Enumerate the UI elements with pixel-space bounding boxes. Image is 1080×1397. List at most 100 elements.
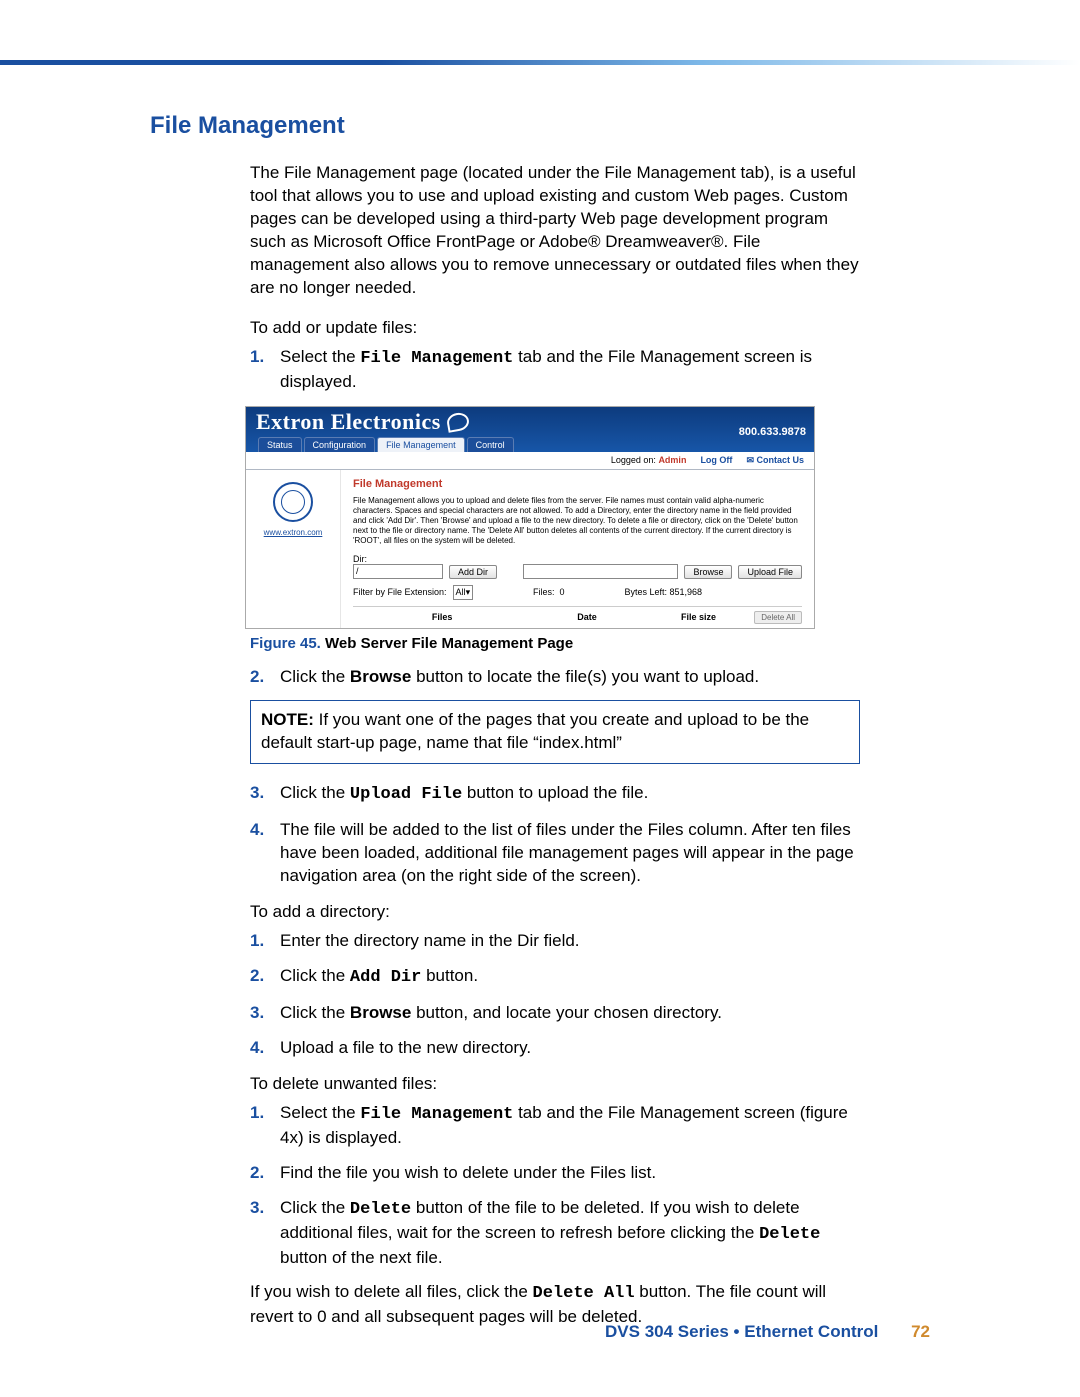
step-mono: Upload File: [350, 785, 462, 804]
figure-title: Web Server File Management Page: [325, 635, 573, 652]
col-filesize: File size: [643, 612, 754, 622]
col-date: Date: [531, 612, 642, 622]
step-text: Click the: [280, 1003, 350, 1022]
figure-label: Figure 45.: [250, 635, 321, 652]
final-mono: Delete All: [533, 1284, 635, 1303]
step-text: Find the file you wish to delete under t…: [280, 1163, 656, 1182]
page-number: 72: [911, 1322, 930, 1341]
step-bold: Browse: [350, 1003, 411, 1022]
dir-step-1: 1. Enter the directory name in the Dir f…: [250, 930, 860, 953]
add-dir-button[interactable]: Add Dir: [449, 565, 497, 579]
step-mono: File Management: [360, 1105, 513, 1124]
step-text-mono: File Management: [360, 349, 513, 368]
files-count: 0: [560, 587, 565, 597]
dir-step-2: 2. Click the Add Dir button.: [250, 965, 860, 990]
step-text: Upload a file to the new directory.: [280, 1038, 531, 1057]
dir-step-3: 3. Click the Browse button, and locate y…: [250, 1002, 860, 1025]
step-text-part: Select the: [280, 347, 360, 366]
dir-label: Dir:: [353, 554, 443, 564]
step-text: Click the: [280, 783, 350, 802]
step-text: button to locate the file(s) you want to…: [411, 667, 759, 686]
logoff-link[interactable]: Log Off: [700, 455, 732, 466]
step-number: 3.: [250, 1002, 264, 1025]
bytes-value: 851,968: [670, 587, 703, 597]
top-stripe: [0, 60, 1080, 65]
tab-file-management[interactable]: File Management: [377, 437, 465, 452]
subhead-add-dir: To add a directory:: [250, 902, 860, 922]
tab-control[interactable]: Control: [467, 437, 514, 452]
step-mono: Add Dir: [350, 968, 421, 987]
step-number: 4.: [250, 1037, 264, 1060]
fm-description: File Management allows you to upload and…: [353, 496, 802, 546]
files-label: Files:: [533, 587, 555, 597]
fm-title: File Management: [353, 478, 802, 490]
status-row: Logged on: Admin Log Off ✉ Contact Us: [246, 452, 814, 470]
dir-input[interactable]: /: [353, 564, 443, 579]
final-text: If you wish to delete all files, click t…: [250, 1282, 533, 1301]
footer-text: DVS 304 Series • Ethernet Control: [605, 1322, 878, 1341]
delete-all-button[interactable]: Delete All: [754, 611, 802, 624]
step-number: 2.: [250, 965, 264, 988]
step-4: 4. The file will be added to the list of…: [250, 819, 860, 888]
figure-caption: Figure 45. Web Server File Management Pa…: [250, 635, 860, 652]
page-footer: DVS 304 Series • Ethernet Control 72: [605, 1322, 930, 1342]
upload-file-button[interactable]: Upload File: [738, 565, 802, 579]
logged-on-label: Logged on:: [611, 455, 656, 465]
step-number: 3.: [250, 1197, 264, 1220]
step-number: 4.: [250, 819, 264, 842]
step-number: 1.: [250, 1102, 264, 1125]
contact-label: Contact Us: [756, 455, 804, 465]
embedded-screenshot: Extron Electronics 800.633.9878 Status C…: [245, 406, 815, 629]
page-title: File Management: [150, 112, 930, 140]
del-step-1: 1. Select the File Management tab and th…: [250, 1102, 860, 1150]
step-number: 2.: [250, 666, 264, 689]
filter-select[interactable]: All ▾: [453, 585, 474, 600]
note-box: NOTE: If you want one of the pages that …: [250, 700, 860, 764]
step-text: Click the: [280, 667, 350, 686]
filter-label: Filter by File Extension:: [353, 587, 447, 597]
tab-status[interactable]: Status: [258, 437, 302, 452]
brand-swirl-icon: [445, 411, 470, 433]
step-number: 2.: [250, 1162, 264, 1185]
brand: Extron Electronics: [256, 409, 808, 435]
logged-user: Admin: [658, 455, 686, 465]
tab-configuration[interactable]: Configuration: [304, 437, 376, 452]
step-text: Click the: [280, 1198, 350, 1217]
upload-path-input[interactable]: [523, 564, 678, 579]
col-files: Files: [353, 612, 531, 622]
del-step-3: 3. Click the Delete button of the file t…: [250, 1197, 860, 1270]
intro-paragraph: The File Management page (located under …: [250, 162, 860, 300]
screenshot-topbar: Extron Electronics 800.633.9878 Status C…: [246, 407, 814, 452]
step-mono: Delete: [350, 1200, 411, 1219]
step-text: button to upload the file.: [462, 783, 648, 802]
step-number: 3.: [250, 782, 264, 805]
filter-value: All: [456, 587, 466, 597]
step-number: 1.: [250, 930, 264, 953]
subhead-delete: To delete unwanted files:: [250, 1074, 860, 1094]
step-text: Click the: [280, 966, 350, 985]
step-text: button.: [421, 966, 478, 985]
step-text: button of the next file.: [280, 1248, 443, 1267]
step-3: 3. Click the Upload File button to uploa…: [250, 782, 860, 807]
step-bold: Browse: [350, 667, 411, 686]
bytes-label: Bytes Left:: [624, 587, 667, 597]
step-text: Select the: [280, 1103, 360, 1122]
step-1: 1. Select the File Management tab and th…: [250, 346, 860, 394]
browse-button[interactable]: Browse: [684, 565, 732, 579]
note-text: If you want one of the pages that you cr…: [261, 710, 809, 752]
dir-step-4: 4. Upload a file to the new directory.: [250, 1037, 860, 1060]
step-text: button, and locate your chosen directory…: [411, 1003, 722, 1022]
phone-number: 800.633.9878: [739, 426, 806, 438]
step-number: 1.: [250, 346, 264, 369]
brand-text: Extron Electronics: [256, 409, 441, 435]
screenshot-sidebar: www.extron.com: [246, 470, 341, 628]
step-text: Enter the directory name in the Dir fiel…: [280, 931, 580, 950]
contact-link[interactable]: ✉ Contact Us: [746, 455, 804, 466]
sidebar-url[interactable]: www.extron.com: [250, 528, 336, 537]
step-2: 2. Click the Browse button to locate the…: [250, 666, 860, 689]
del-step-2: 2. Find the file you wish to delete unde…: [250, 1162, 860, 1185]
step-text: The file will be added to the list of fi…: [280, 820, 854, 885]
note-label: NOTE:: [261, 710, 314, 729]
subhead-add-update: To add or update files:: [250, 318, 860, 338]
step-mono: Delete: [759, 1225, 820, 1244]
